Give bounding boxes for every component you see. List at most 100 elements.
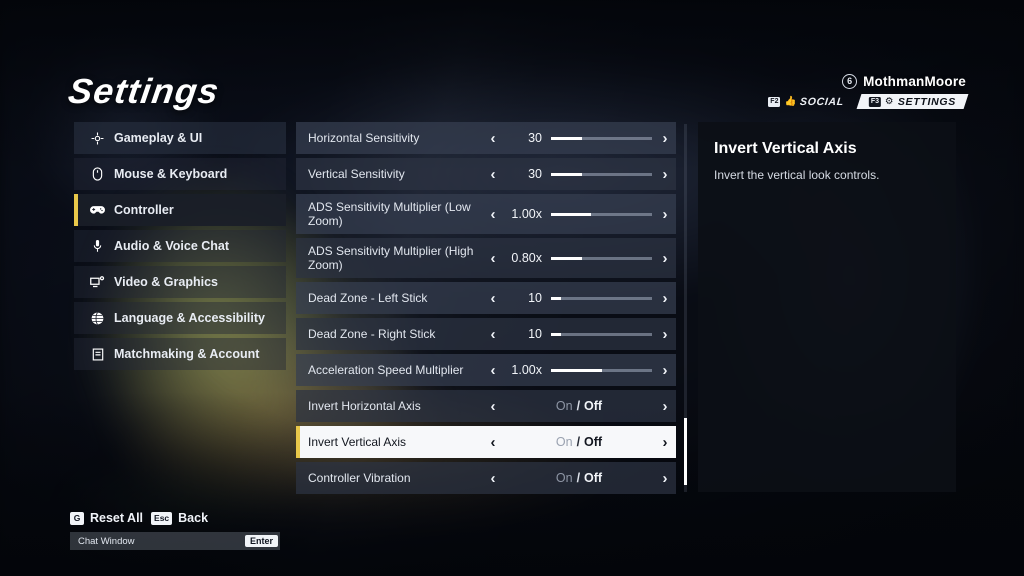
- page-title: Settings: [65, 72, 222, 111]
- document-icon: [90, 348, 105, 361]
- sidebar-item-matchmaking-account[interactable]: Matchmaking & Account: [74, 338, 286, 370]
- slider-track[interactable]: [551, 368, 652, 372]
- sidebar-item-video-graphics[interactable]: Video & Graphics: [74, 266, 286, 298]
- decrease-arrow-icon[interactable]: ‹: [482, 167, 504, 182]
- setting-label: Dead Zone - Left Stick: [308, 291, 428, 305]
- increase-arrow-icon[interactable]: ›: [654, 207, 676, 222]
- setting-row-acceleration-speed-multiplier[interactable]: Acceleration Speed Multiplier ‹ 1.00x ›: [296, 354, 676, 386]
- sidebar-item-label: Video & Graphics: [114, 275, 218, 289]
- decrease-arrow-icon[interactable]: ‹: [482, 207, 504, 222]
- toggle-option-off[interactable]: Off: [584, 399, 602, 413]
- toggle-option-on[interactable]: On: [556, 399, 573, 413]
- slider-track[interactable]: [551, 256, 652, 260]
- slider-track[interactable]: [551, 332, 652, 336]
- tab-settings[interactable]: F3 ⚙ SETTINGS: [856, 94, 969, 109]
- slider-control[interactable]: 1.00x: [504, 363, 654, 377]
- setting-value: 1.00x: [511, 207, 542, 221]
- sidebar-item-gameplay-ui[interactable]: Gameplay & UI: [74, 122, 286, 154]
- slider-track[interactable]: [551, 136, 652, 140]
- chat-enter-key: Enter: [244, 535, 278, 547]
- slider-fill: [551, 136, 583, 140]
- increase-arrow-icon[interactable]: ›: [654, 327, 676, 342]
- toggle-separator: /: [576, 399, 581, 413]
- slider-control[interactable]: 30: [504, 167, 654, 181]
- decrease-arrow-icon[interactable]: ‹: [482, 251, 504, 266]
- top-tab-bar: F2 👍 SOCIAL F3 ⚙ SETTINGS: [764, 94, 969, 109]
- increase-arrow-icon[interactable]: ›: [654, 471, 676, 486]
- sidebar-item-language-accessibility[interactable]: Language & Accessibility: [74, 302, 286, 334]
- setting-label: Invert Horizontal Axis: [308, 399, 421, 413]
- toggle-option-off[interactable]: Off: [584, 435, 602, 449]
- slider-track[interactable]: [551, 212, 652, 216]
- chat-window-bar[interactable]: Chat Window Enter: [70, 532, 280, 550]
- decrease-arrow-icon[interactable]: ‹: [482, 291, 504, 306]
- setting-label: Horizontal Sensitivity: [308, 131, 420, 145]
- slider-fill: [551, 256, 583, 260]
- hint-reset-all[interactable]: G Reset All: [70, 511, 143, 525]
- slider-control[interactable]: 1.00x: [504, 207, 654, 221]
- decrease-arrow-icon[interactable]: ‹: [482, 435, 504, 450]
- increase-arrow-icon[interactable]: ›: [654, 399, 676, 414]
- setting-row-ads-sensitivity-low-zoom[interactable]: ADS Sensitivity Multiplier (Low Zoom) ‹ …: [296, 194, 676, 234]
- increase-arrow-icon[interactable]: ›: [654, 435, 676, 450]
- toggle-option-on[interactable]: On: [556, 435, 573, 449]
- setting-row-controller-vibration[interactable]: Controller Vibration ‹ On / Off ›: [296, 462, 676, 494]
- slider-fill: [551, 368, 602, 372]
- sidebar-item-label: Gameplay & UI: [114, 131, 203, 145]
- settings-scrollbar[interactable]: [684, 124, 687, 492]
- setting-row-horizontal-sensitivity[interactable]: Horizontal Sensitivity ‹ 30 ›: [296, 122, 676, 154]
- settings-list: Horizontal Sensitivity ‹ 30 › Vertical S…: [296, 122, 676, 498]
- decrease-arrow-icon[interactable]: ‹: [482, 471, 504, 486]
- increase-arrow-icon[interactable]: ›: [654, 251, 676, 266]
- increase-arrow-icon[interactable]: ›: [654, 167, 676, 182]
- sidebar-item-audio-voice-chat[interactable]: Audio & Voice Chat: [74, 230, 286, 262]
- tab-settings-keycap: F3: [869, 96, 882, 107]
- toggle-control[interactable]: On / Off: [504, 435, 654, 449]
- increase-arrow-icon[interactable]: ›: [654, 131, 676, 146]
- slider-track[interactable]: [551, 172, 652, 176]
- setting-label: Controller Vibration: [308, 471, 411, 485]
- social-icon: 👍: [784, 95, 797, 107]
- decrease-arrow-icon[interactable]: ‹: [482, 363, 504, 378]
- setting-value: 30: [528, 131, 542, 145]
- toggle-option-on[interactable]: On: [556, 471, 573, 485]
- tab-social[interactable]: F2 👍 SOCIAL: [764, 94, 853, 109]
- increase-arrow-icon[interactable]: ›: [654, 363, 676, 378]
- globe-icon: [90, 311, 105, 325]
- toggle-separator: /: [576, 435, 581, 449]
- sidebar-item-controller[interactable]: Controller: [74, 194, 286, 226]
- toggle-option-off[interactable]: Off: [584, 471, 602, 485]
- slider-track[interactable]: [551, 296, 652, 300]
- hint-back[interactable]: Esc Back: [151, 511, 208, 525]
- sidebar-item-label: Controller: [114, 203, 174, 217]
- player-info: 6 MothmanMoore F2 👍 SOCIAL F3 ⚙ SETTINGS: [764, 74, 969, 109]
- decrease-arrow-icon[interactable]: ‹: [482, 131, 504, 146]
- microphone-icon: [90, 239, 105, 253]
- decrease-arrow-icon[interactable]: ‹: [482, 399, 504, 414]
- slider-fill: [551, 212, 592, 216]
- description-panel: Invert Vertical Axis Invert the vertical…: [698, 122, 956, 492]
- player-name-row: 6 MothmanMoore: [764, 74, 966, 89]
- description-title: Invert Vertical Axis: [714, 140, 857, 157]
- slider-control[interactable]: 30: [504, 131, 654, 145]
- increase-arrow-icon[interactable]: ›: [654, 291, 676, 306]
- setting-row-dead-zone-right-stick[interactable]: Dead Zone - Right Stick ‹ 10 ›: [296, 318, 676, 350]
- slider-control[interactable]: 10: [504, 291, 654, 305]
- player-name: MothmanMoore: [863, 74, 966, 89]
- scrollbar-thumb[interactable]: [684, 418, 687, 485]
- setting-label: Vertical Sensitivity: [308, 167, 405, 181]
- toggle-control[interactable]: On / Off: [504, 399, 654, 413]
- slider-control[interactable]: 0.80x: [504, 251, 654, 265]
- setting-row-invert-horizontal-axis[interactable]: Invert Horizontal Axis ‹ On / Off ›: [296, 390, 676, 422]
- setting-row-invert-vertical-axis[interactable]: Invert Vertical Axis ‹ On / Off ›: [296, 426, 676, 458]
- sidebar-item-mouse-keyboard[interactable]: Mouse & Keyboard: [74, 158, 286, 190]
- slider-control[interactable]: 10: [504, 327, 654, 341]
- mouse-icon: [90, 167, 105, 181]
- setting-row-ads-sensitivity-high-zoom[interactable]: ADS Sensitivity Multiplier (High Zoom) ‹…: [296, 238, 676, 278]
- chat-input-placeholder: Chat Window: [78, 535, 135, 547]
- toggle-control[interactable]: On / Off: [504, 471, 654, 485]
- setting-row-vertical-sensitivity[interactable]: Vertical Sensitivity ‹ 30 ›: [296, 158, 676, 190]
- setting-row-dead-zone-left-stick[interactable]: Dead Zone - Left Stick ‹ 10 ›: [296, 282, 676, 314]
- toggle-separator: /: [576, 471, 581, 485]
- decrease-arrow-icon[interactable]: ‹: [482, 327, 504, 342]
